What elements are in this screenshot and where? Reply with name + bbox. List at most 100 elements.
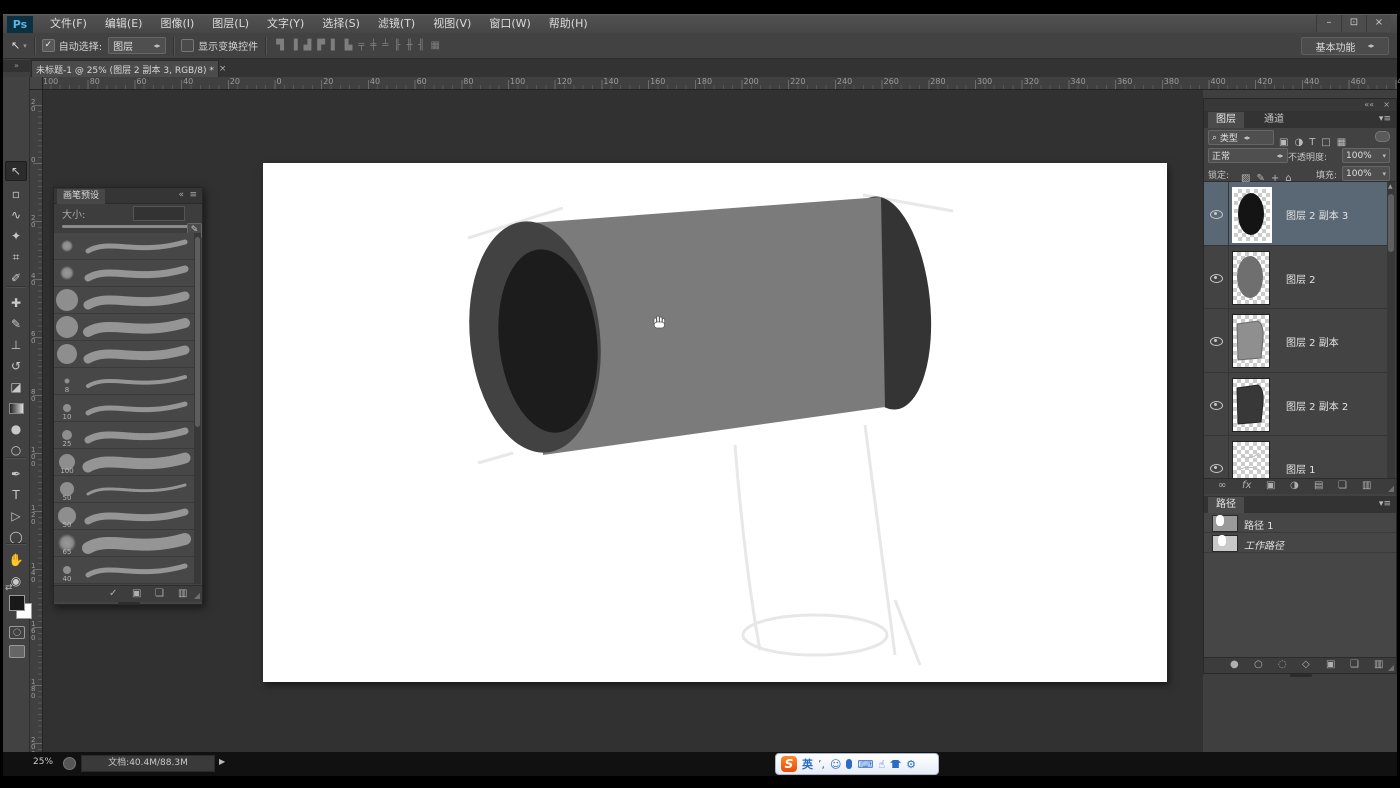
path-selection-tool[interactable]: ▷ [5, 506, 27, 526]
layer-thumbnail[interactable] [1232, 378, 1270, 432]
move-tool-icon[interactable]: ↖ [11, 39, 20, 52]
emoji-icon[interactable]: ☺ [830, 758, 841, 771]
new-layer-icon[interactable]: ❏ [1338, 480, 1347, 491]
document-canvas[interactable] [263, 163, 1167, 682]
brush-preset-item[interactable]: 10 [54, 395, 196, 422]
new-path-icon[interactable]: ❏ [1350, 659, 1359, 670]
tab-channels[interactable]: 通道 [1256, 112, 1292, 128]
panel-drag-handle[interactable] [118, 602, 140, 605]
auto-select-target-dropdown[interactable]: 图层 [108, 37, 166, 54]
resize-grip-icon[interactable]: ◢ [1388, 484, 1394, 493]
screen-mode-button[interactable] [9, 645, 25, 658]
close-dock-icon[interactable]: × [1383, 100, 1390, 109]
auto-align-layers-icon[interactable]: ▦ [431, 40, 440, 51]
layer-visibility-cell[interactable] [1204, 373, 1229, 436]
layer-row[interactable]: 图层 2 副本 2 [1204, 373, 1389, 437]
menu-item[interactable]: 视图(V) [424, 15, 480, 33]
restore-button[interactable]: ⊡ [1341, 15, 1366, 32]
history-brush-tool[interactable]: ↺ [5, 356, 27, 376]
brush-preset-item[interactable]: 50 [54, 503, 196, 530]
menu-item[interactable]: 选择(S) [313, 15, 369, 33]
distribute-horizontal-centers-icon[interactable]: ╫ [406, 40, 412, 51]
eraser-tool[interactable]: ◪ [5, 377, 27, 397]
layer-thumbnail[interactable] [1232, 314, 1270, 368]
layer-name[interactable]: 图层 2 [1286, 271, 1316, 286]
status-expand-icon[interactable]: ▶ [219, 757, 225, 766]
eye-icon[interactable] [1210, 274, 1223, 283]
eye-icon[interactable] [1210, 464, 1223, 473]
brush-preset-item[interactable]: 25 [54, 422, 196, 449]
path-as-selection-icon[interactable]: ◌ [1278, 659, 1287, 670]
brush-preset-item[interactable]: 100 [54, 449, 196, 476]
brush-tool[interactable]: ✎ [5, 314, 27, 334]
menu-item[interactable]: 文件(F) [41, 15, 96, 33]
layer-thumbnail[interactable] [1232, 441, 1270, 478]
path-row[interactable]: 路径 1 [1204, 513, 1396, 533]
new-adjustment-layer-icon[interactable]: ◑ [1290, 480, 1299, 491]
layer-style-icon[interactable]: fx [1242, 480, 1251, 491]
pen-tool[interactable]: ✒ [5, 464, 27, 484]
align-left-edges-icon[interactable]: ▛ [317, 40, 325, 51]
layer-thumbnail[interactable] [1232, 251, 1270, 305]
layers-scrollbar[interactable]: ▲ [1387, 182, 1395, 478]
eye-icon[interactable] [1210, 210, 1223, 219]
layer-visibility-cell[interactable] [1204, 246, 1229, 309]
fill-field[interactable]: 100%▾ [1342, 166, 1390, 181]
brush-preset-item[interactable] [54, 260, 196, 287]
brush-preset-item[interactable] [54, 287, 196, 314]
swap-colors-icon[interactable]: ⇄ [5, 583, 13, 593]
workspace-switcher-button[interactable]: 基本功能 [1301, 37, 1389, 55]
brush-preset-item[interactable]: 65 [54, 530, 196, 557]
minimize-button[interactable]: – [1316, 15, 1341, 32]
menu-item[interactable]: 帮助(H) [540, 15, 597, 33]
type-tool[interactable]: T [5, 485, 27, 505]
layer-visibility-cell[interactable] [1204, 182, 1229, 245]
close-tab-icon[interactable]: × [219, 64, 227, 74]
skin-icon[interactable] [890, 760, 901, 768]
add-layer-mask-icon[interactable]: ▣ [1266, 480, 1275, 491]
eyedropper-tool[interactable]: ✐ [5, 268, 27, 288]
eye-icon[interactable] [1210, 401, 1223, 410]
tab-layers[interactable]: 图层 [1208, 112, 1244, 128]
move-tool[interactable]: ↖ [5, 161, 27, 181]
brush-preset-item[interactable] [54, 314, 196, 341]
resize-grip-icon[interactable]: ◢ [194, 591, 200, 600]
delete-layer-icon[interactable]: ▥ [1362, 480, 1371, 491]
distribute-vertical-centers-icon[interactable]: ╪ [370, 40, 376, 51]
show-transform-controls-checkbox[interactable] [181, 39, 194, 52]
handwriting-icon[interactable]: ☝ [878, 758, 885, 771]
distribute-bottom-edges-icon[interactable]: ╧ [382, 40, 388, 51]
align-bottom-edges-icon[interactable]: ▟ [304, 40, 312, 51]
tool-preset-arrow-icon[interactable]: ▾ [23, 42, 27, 50]
delete-path-icon[interactable]: ▥ [1374, 659, 1383, 670]
eye-icon[interactable] [1210, 337, 1223, 346]
healing-brush-tool[interactable]: ✚ [5, 293, 27, 313]
brush-preset-item[interactable]: 50 [54, 476, 196, 503]
add-mask-icon[interactable]: ▣ [1326, 659, 1335, 670]
path-name[interactable]: 工作路径 [1244, 537, 1284, 552]
distribute-right-edges-icon[interactable]: ╢ [418, 40, 424, 51]
layer-name[interactable]: 图层 2 副本 [1286, 334, 1339, 349]
menu-item[interactable]: 图层(L) [203, 15, 258, 33]
marquee-tool[interactable]: ▫ [5, 184, 27, 204]
collapse-panel-icon[interactable]: « [178, 190, 184, 200]
layer-row[interactable]: 图层 2 [1204, 246, 1389, 310]
auto-select-checkbox[interactable]: ✓ [42, 39, 55, 52]
align-top-edges-icon[interactable]: ▜ [276, 40, 284, 51]
punctuation-icon[interactable]: ’, [818, 758, 825, 771]
collapse-tools-button[interactable]: » [3, 60, 30, 72]
layer-row[interactable]: 图层 1 [1204, 436, 1389, 478]
crop-tool[interactable]: ⌗ [5, 247, 27, 267]
path-row[interactable]: 工作路径 [1204, 533, 1396, 553]
sogou-logo-icon[interactable]: S [781, 756, 797, 772]
brush-size-field[interactable] [133, 206, 185, 221]
panel-menu-icon[interactable]: ≡ [189, 190, 197, 200]
layer-name[interactable]: 图层 2 副本 3 [1286, 207, 1348, 222]
blend-mode-dropdown[interactable]: 正常 [1208, 148, 1288, 163]
layer-row[interactable]: 图层 2 副本 3 [1204, 182, 1389, 246]
link-layers-icon[interactable]: ∞ [1218, 480, 1226, 491]
document-tab[interactable]: 未标题-1 @ 25% (图层 2 副本 3, RGB/8) * × [31, 60, 219, 77]
brush-size-slider[interactable] [62, 225, 190, 228]
quick-selection-tool[interactable]: ✦ [5, 226, 27, 246]
distribute-left-edges-icon[interactable]: ╟ [394, 40, 400, 51]
